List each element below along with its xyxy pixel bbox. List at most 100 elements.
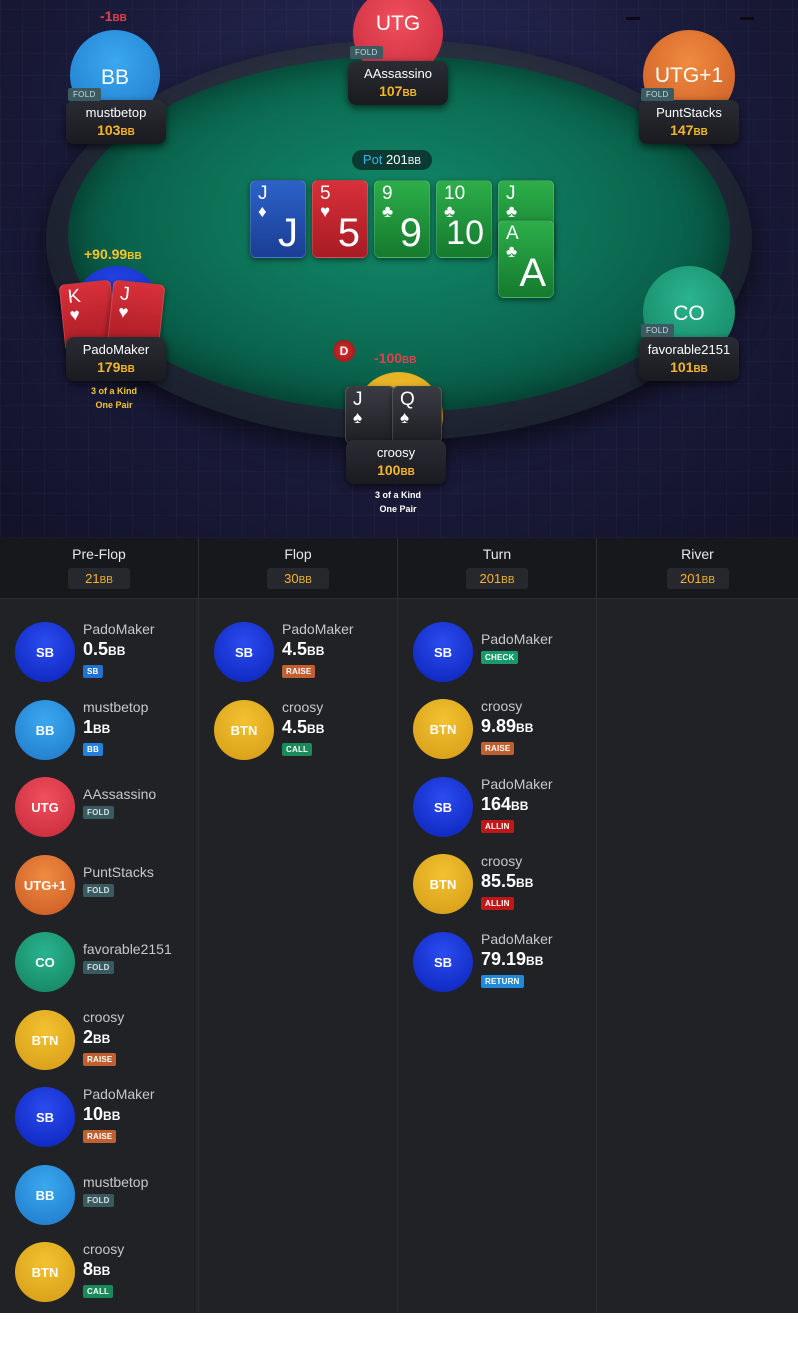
action-badge: RETURN: [481, 975, 524, 988]
action-player: croosy: [481, 698, 523, 714]
action-player: favorable2151: [83, 941, 172, 957]
seat-utg1-nameplate: PuntStacks 147BB: [639, 100, 739, 144]
street-header[interactable]: River 201BB: [597, 538, 798, 599]
position-avatar: BTN: [15, 1010, 75, 1070]
position-avatar: UTG: [15, 777, 75, 837]
table-decoration: [740, 0, 754, 20]
action-row: BTN croosy 9.89BB RAISE: [398, 694, 596, 764]
street-name: Pre-Flop: [72, 546, 126, 562]
position-avatar: SB: [15, 622, 75, 682]
position-avatar: SB: [413, 777, 473, 837]
action-player: PuntStacks: [83, 864, 154, 880]
player-stack: 147BB: [670, 122, 708, 138]
action-amount: 4.5BB: [282, 717, 325, 737]
street-name: Turn: [482, 546, 512, 562]
player-stack: 103BB: [97, 122, 135, 138]
action-row: BB mustbetop FOLD: [0, 1160, 198, 1230]
action-badge: FOLD: [83, 806, 114, 819]
street-pot: 201BB: [466, 568, 528, 589]
action-row: BTN croosy 85.5BB ALLIN: [398, 849, 596, 919]
action-player: PadoMaker: [481, 776, 553, 792]
action-badge: BB: [83, 743, 103, 756]
player-name: croosy: [376, 445, 416, 460]
action-row: UTG+1 PuntStacks FOLD: [0, 850, 198, 920]
seat-position-label: UTG: [375, 12, 421, 35]
action-amount: 1BB: [83, 717, 111, 737]
action-badge: RAISE: [282, 665, 316, 678]
action-row: SB PadoMaker 79.19BB RETURN: [398, 927, 596, 997]
action-row: BTN croosy 8BB CALL: [0, 1237, 198, 1307]
action-row: BB mustbetop 1BB BB: [0, 695, 198, 765]
seat-position-label: UTG+1: [654, 64, 724, 87]
board-card: 5 ♥ 5: [312, 180, 368, 258]
seat-sb-nameplate: PadoMaker 179BB: [66, 337, 166, 381]
player-stack: 179BB: [97, 359, 135, 375]
position-avatar: BTN: [413, 854, 473, 914]
action-amount: 79.19BB: [481, 949, 544, 969]
street-column-preflop: Pre-Flop 21BB SB PadoMaker 0.5BB SB BB m…: [0, 538, 199, 1313]
action-badge: RAISE: [83, 1053, 117, 1066]
player-stack: 101BB: [670, 359, 708, 375]
street-header[interactable]: Flop 30BB: [199, 538, 397, 599]
hand-rank-label: 3 of a Kind One Pair: [90, 386, 137, 410]
fold-tag: FOLD: [641, 324, 674, 337]
action-badge: FOLD: [83, 1194, 114, 1207]
action-badge: RAISE: [481, 742, 515, 755]
street-name: River: [681, 546, 714, 562]
player-name: AAssassino: [364, 66, 432, 81]
position-avatar: BTN: [15, 1242, 75, 1302]
action-player: PadoMaker: [83, 1086, 155, 1102]
street-column-flop: Flop 30BB SB PadoMaker 4.5BB RAISE BTN c…: [199, 538, 398, 1313]
position-avatar: BB: [15, 1165, 75, 1225]
seat-bb-result: -1BB: [100, 8, 127, 24]
player-stack: 100BB: [377, 462, 415, 478]
table-decoration: [626, 0, 640, 20]
pot-display: Pot 201BB: [352, 150, 432, 170]
position-avatar: SB: [15, 1087, 75, 1147]
player-name: favorable2151: [647, 342, 731, 357]
action-amount: 9.89BB: [481, 716, 534, 736]
action-player: AAssassino: [83, 786, 157, 802]
page-background: [0, 1313, 798, 1353]
action-player: PadoMaker: [481, 931, 553, 947]
dealer-button: D: [333, 340, 355, 362]
action-amount: 8BB: [83, 1259, 111, 1279]
action-player: PadoMaker: [282, 621, 354, 637]
seat-position-label: CO: [673, 302, 705, 325]
hole-card: J ♠: [345, 386, 395, 444]
street-header[interactable]: Turn 201BB: [398, 538, 596, 599]
action-amount: 0.5BB: [83, 639, 126, 659]
street-column-turn: Turn 201BB SB PadoMaker CHECK BTN croosy…: [398, 538, 597, 1313]
action-row: BTN croosy 4.5BB CALL: [199, 695, 397, 765]
fold-tag: FOLD: [641, 88, 674, 101]
action-row: SB PadoMaker 4.5BB RAISE: [199, 617, 397, 687]
action-amount: 4.5BB: [282, 639, 325, 659]
action-amount: 85.5BB: [481, 871, 534, 891]
hand-rank-label: 3 of a Kind One Pair: [374, 490, 421, 514]
player-stack: 107BB: [379, 83, 417, 99]
action-badge: ALLIN: [481, 897, 514, 910]
street-name: Flop: [284, 546, 312, 562]
seat-btn-result: -100BB: [374, 350, 417, 366]
street-pot: 201BB: [666, 568, 729, 589]
action-badge: FOLD: [83, 884, 114, 897]
player-name: PadoMaker: [82, 342, 150, 357]
seat-btn-nameplate: croosy 100BB: [346, 440, 446, 484]
action-row: CO favorable2151 FOLD: [0, 927, 198, 997]
action-badge: SB: [83, 665, 103, 678]
action-row: BTN croosy 2BB RAISE: [0, 1005, 198, 1075]
position-avatar: SB: [413, 622, 473, 682]
street-column-river: River 201BB: [597, 538, 798, 1313]
action-player: croosy: [282, 699, 324, 715]
seat-position-label: BB: [100, 66, 129, 89]
poker-table-view: UTG AAssassino 107BB FOLD -1BB BB mustbe…: [0, 0, 798, 538]
action-player: mustbetop: [83, 1174, 149, 1190]
street-header[interactable]: Pre-Flop 21BB: [0, 538, 198, 599]
fold-tag: FOLD: [68, 88, 101, 101]
action-player: croosy: [481, 853, 523, 869]
action-player: mustbetop: [83, 699, 149, 715]
player-name: mustbetop: [85, 105, 147, 120]
position-avatar: SB: [214, 622, 274, 682]
action-badge: CHECK: [481, 651, 519, 664]
action-badge: FOLD: [83, 961, 114, 974]
